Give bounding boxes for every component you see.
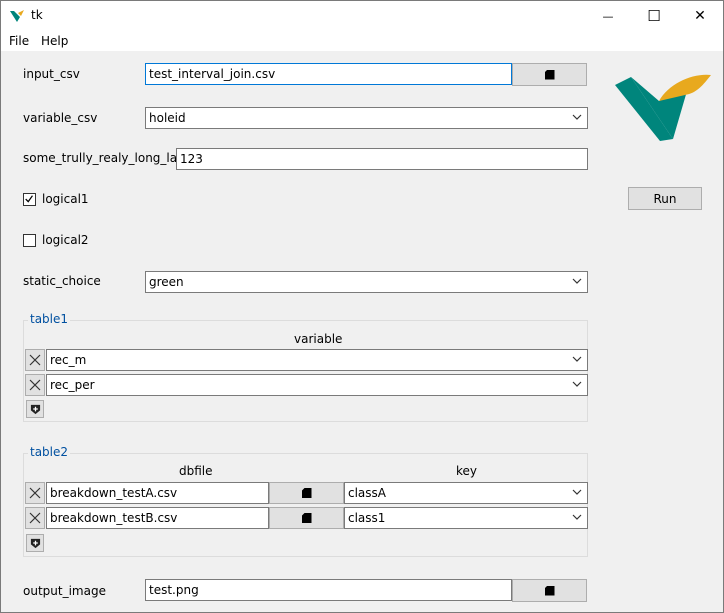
close-icon: ✕ [694, 8, 706, 24]
table2-add-row-button[interactable] [26, 534, 44, 552]
minimize-icon: — [602, 9, 614, 23]
static-choice-select[interactable]: green [145, 271, 588, 293]
chevron-down-icon [572, 356, 582, 362]
table1-row2-variable-value: rec_per [50, 378, 95, 392]
file-browse-icon [544, 69, 555, 80]
title-bar: tk — ☐ ✕ [1, 1, 723, 31]
window-title: tk [31, 8, 43, 22]
variable-csv-select[interactable]: holeid [145, 107, 588, 129]
output-image-label: output_image [23, 584, 106, 598]
close-x-icon [29, 354, 41, 366]
close-x-icon [29, 487, 41, 499]
chevron-down-icon [572, 489, 582, 495]
table2-row1-key-value: classA [348, 486, 386, 500]
table2-row1-browse-button[interactable] [269, 482, 344, 504]
static-choice-value: green [149, 275, 184, 289]
close-x-icon [29, 512, 41, 524]
table1-title: table1 [28, 312, 71, 326]
table1-row1-variable-select[interactable]: rec_m [46, 349, 588, 371]
table2-row1-key-select[interactable]: classA [344, 482, 588, 504]
table1-row1-remove-button[interactable] [25, 349, 45, 371]
minimize-button[interactable]: — [585, 1, 631, 31]
chevron-down-icon [572, 114, 582, 120]
output-image-field[interactable]: test.png [145, 579, 512, 601]
table2-row2-browse-button[interactable] [269, 507, 344, 529]
checkmark-icon [25, 195, 33, 203]
menu-bar: File Help [1, 31, 723, 51]
main-window: tk — ☐ ✕ File Help input_csv test_interv… [0, 0, 724, 613]
variable-csv-label: variable_csv [23, 111, 98, 125]
maximize-button[interactable]: ☐ [631, 1, 677, 31]
table1-row1-variable-value: rec_m [50, 353, 87, 367]
table2-header-dbfile: dbfile [179, 464, 213, 478]
table2-row2-remove-button[interactable] [25, 507, 45, 529]
table2-header-key: key [456, 464, 478, 478]
close-x-icon [29, 379, 41, 391]
static-choice-label: static_choice [23, 274, 101, 288]
plus-shield-icon [30, 404, 40, 414]
variable-csv-value: holeid [149, 111, 186, 125]
input-csv-browse-button[interactable] [512, 63, 587, 86]
file-browse-icon [301, 488, 312, 498]
close-window-button[interactable]: ✕ [677, 1, 723, 31]
table2-row2-key-value: class1 [348, 511, 386, 525]
chevron-down-icon [572, 278, 582, 284]
logical2-label: logical2 [42, 233, 89, 247]
table2-row2-key-select[interactable]: class1 [344, 507, 588, 529]
long-label-label: some_trully_realy_long_label [23, 151, 196, 165]
table1-row2-remove-button[interactable] [25, 374, 45, 396]
input-csv-label: input_csv [23, 67, 80, 81]
plus-shield-icon [30, 538, 40, 548]
input-csv-field[interactable]: test_interval_join.csv [145, 63, 512, 85]
chevron-down-icon [572, 381, 582, 387]
table1-add-row-button[interactable] [26, 400, 44, 418]
vale-logo-icon [615, 74, 711, 141]
table1-header-variable: variable [294, 332, 343, 346]
table1-row2-variable-select[interactable]: rec_per [46, 374, 588, 396]
maximize-icon: ☐ [647, 7, 661, 25]
table2-row1-dbfile-field[interactable]: breakdown_testA.csv [46, 482, 269, 504]
menu-file[interactable]: File [9, 34, 29, 48]
file-browse-icon [544, 585, 555, 596]
menu-help[interactable]: Help [41, 34, 68, 48]
output-image-browse-button[interactable] [512, 579, 587, 602]
long-label-field[interactable]: 123 [176, 148, 588, 170]
table2-row1-remove-button[interactable] [25, 482, 45, 504]
table2-row2-dbfile-field[interactable]: breakdown_testB.csv [46, 507, 269, 529]
file-browse-icon [301, 513, 312, 523]
logical1-checkbox[interactable] [23, 193, 36, 206]
run-button[interactable]: Run [628, 187, 702, 210]
table2-title: table2 [28, 445, 71, 459]
logical1-label: logical1 [42, 192, 89, 206]
chevron-down-icon [572, 514, 582, 520]
app-logo-icon [10, 10, 24, 22]
table2-group [23, 453, 588, 557]
logical2-checkbox[interactable] [23, 234, 36, 247]
